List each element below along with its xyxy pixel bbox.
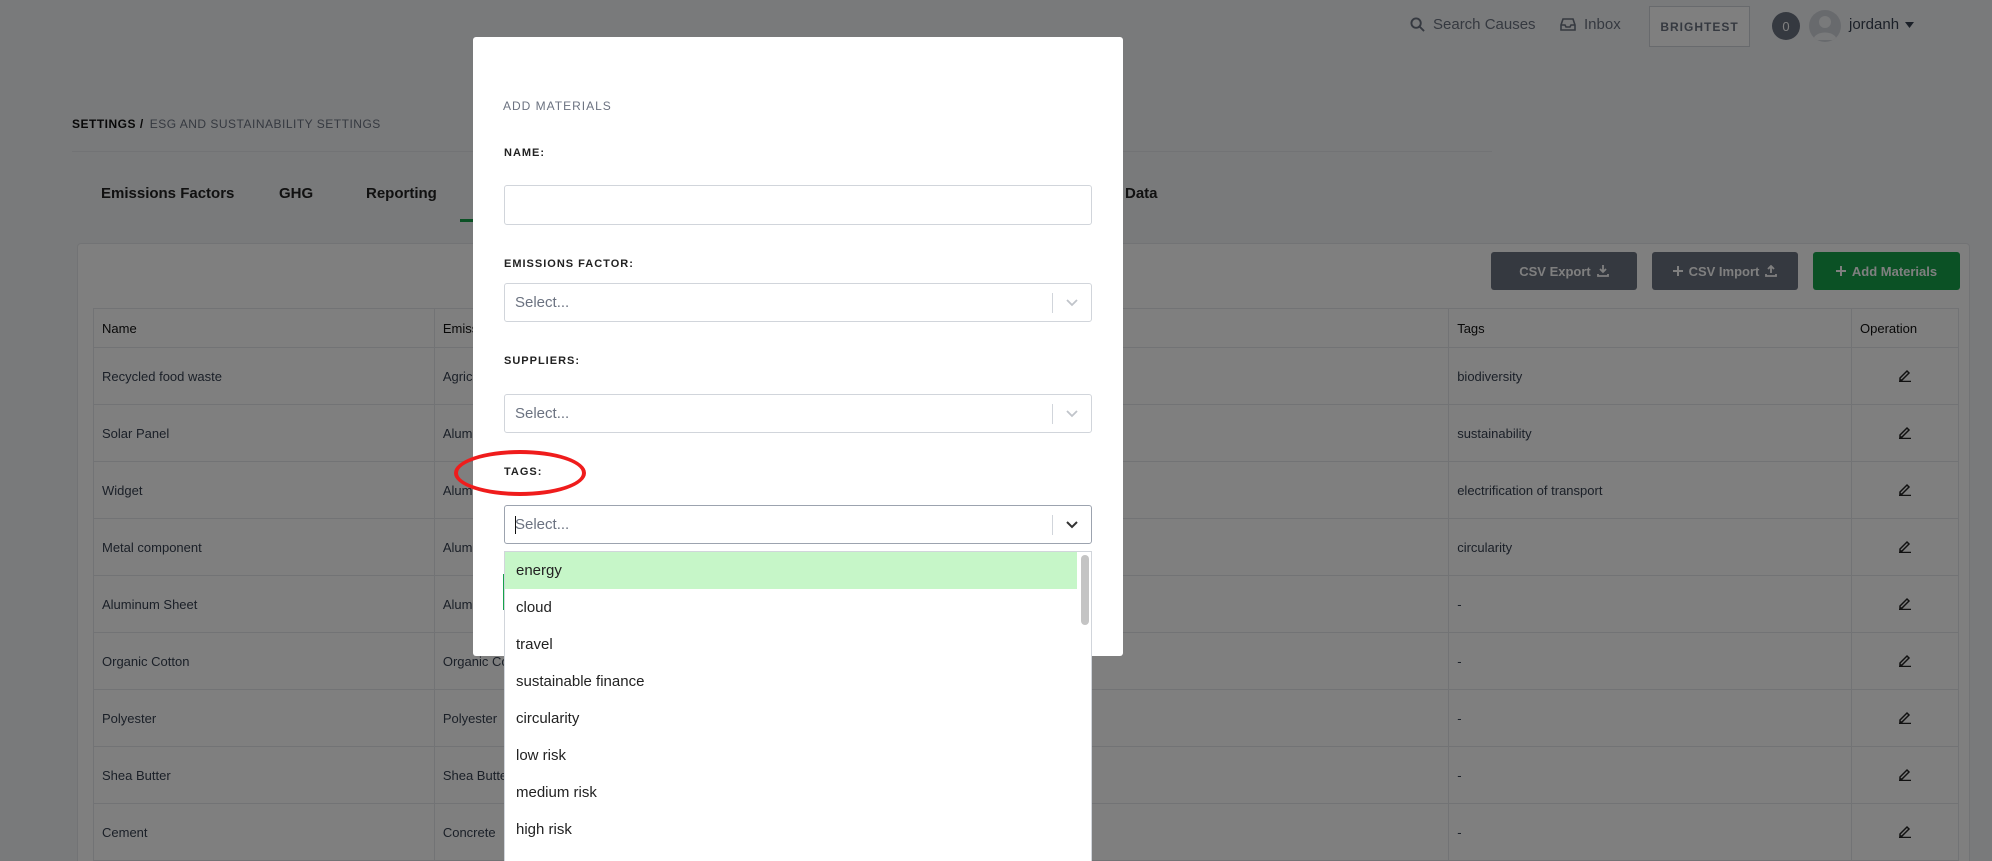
tag-option[interactable]: sustainable finance — [505, 663, 1077, 700]
tag-option[interactable]: circularity — [505, 700, 1077, 737]
tags-placeholder: Select... — [515, 516, 570, 533]
suppliers-placeholder: Select... — [515, 405, 570, 422]
emissions-factor-select[interactable]: Select... — [504, 283, 1092, 322]
text-cursor — [515, 515, 516, 534]
tag-option[interactable]: travel — [505, 626, 1077, 663]
suppliers-label: SUPPLIERS: — [504, 355, 581, 367]
chevron-down-icon[interactable] — [1053, 409, 1091, 418]
tags-dropdown-menu: energy cloud travel sustainable finance circ… — [504, 551, 1092, 861]
tag-option[interactable]: low risk — [505, 737, 1077, 774]
chevron-down-icon[interactable] — [1053, 298, 1091, 307]
tag-option[interactable]: energy — [505, 552, 1077, 589]
tag-option[interactable]: high risk — [505, 811, 1077, 848]
name-input[interactable] — [504, 185, 1092, 225]
tag-option[interactable]: cloud — [505, 589, 1077, 626]
suppliers-select[interactable]: Select... — [504, 394, 1092, 433]
emissions-factor-placeholder: Select... — [515, 294, 570, 311]
tags-select[interactable]: Select... — [504, 505, 1092, 544]
tag-option[interactable]: medium risk — [505, 774, 1077, 811]
dropdown-scrollbar[interactable] — [1081, 555, 1089, 625]
annotation-highlight-circle — [454, 450, 586, 496]
chevron-down-icon[interactable] — [1053, 520, 1091, 529]
emissions-factor-label: EMISSIONS FACTOR: — [504, 258, 634, 270]
modal-title: ADD MATERIALS — [503, 99, 612, 113]
name-label: NAME: — [504, 147, 546, 159]
